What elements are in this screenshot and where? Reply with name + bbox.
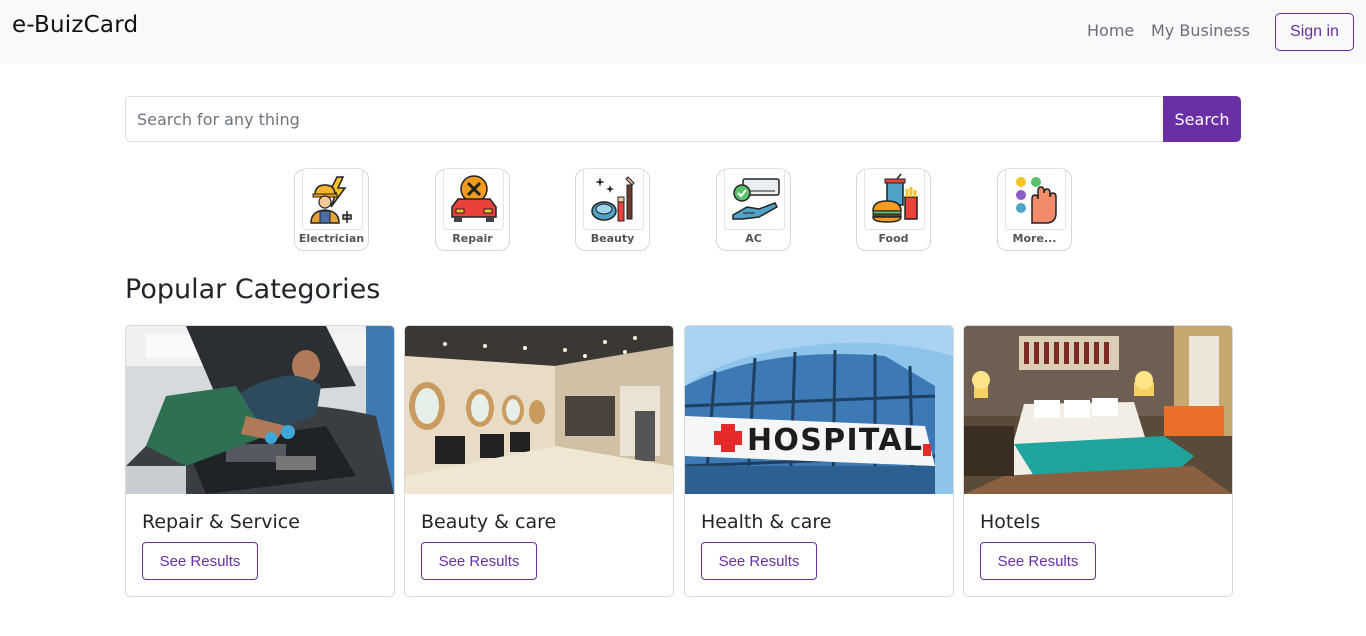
nav-home-link[interactable]: Home <box>1087 21 1134 40</box>
quick-category-label: Electrician <box>298 232 365 245</box>
sign-in-button[interactable]: Sign in <box>1275 13 1354 51</box>
electrician-icon <box>302 168 363 230</box>
hospital-sign-text: HOSPITAL <box>747 423 922 458</box>
popular-categories-title: Popular Categories <box>125 274 381 305</box>
ac-icon <box>724 168 785 230</box>
nav-my-business-link[interactable]: My Business <box>1151 21 1250 40</box>
category-card-health: HOSPITAL Health & care See Results <box>684 325 954 597</box>
card-title: Health & care <box>701 511 832 533</box>
card-title: Beauty & care <box>421 511 557 533</box>
see-results-button[interactable]: See Results <box>421 542 537 580</box>
category-card-hotels: Hotels See Results <box>963 325 1233 597</box>
quick-category-repair[interactable]: Repair <box>435 168 510 251</box>
quick-category-label: More... <box>1012 232 1057 245</box>
navbar: e-BuizCard Home My Business Sign in <box>0 0 1366 64</box>
quick-category-more[interactable]: More... <box>997 168 1072 251</box>
card-title: Hotels <box>980 511 1041 533</box>
quick-category-beauty[interactable]: Beauty <box>575 168 650 251</box>
quick-category-label: Food <box>878 232 909 245</box>
mechanic-photo <box>126 326 394 494</box>
see-results-button[interactable]: See Results <box>142 542 258 580</box>
category-card-beauty: Beauty & care See Results <box>404 325 674 597</box>
see-results-button[interactable]: See Results <box>701 542 817 580</box>
card-title: Repair & Service <box>142 511 300 533</box>
search-input[interactable] <box>125 96 1163 142</box>
search-button[interactable]: Search <box>1163 96 1241 142</box>
quick-category-electrician[interactable]: Electrician <box>294 168 369 251</box>
food-icon <box>864 168 925 230</box>
quick-category-label: AC <box>745 232 762 245</box>
see-results-button[interactable]: See Results <box>980 542 1096 580</box>
more-icon <box>1005 168 1066 230</box>
brand-logo[interactable]: e-BuizCard <box>12 12 138 38</box>
salon-photo <box>405 326 673 494</box>
quick-category-ac[interactable]: AC <box>716 168 791 251</box>
quick-category-label: Repair <box>452 232 493 245</box>
category-card-repair: Repair & Service See Results <box>125 325 395 597</box>
hotel-room-photo <box>964 326 1232 494</box>
search-bar: Search <box>125 96 1241 142</box>
car-repair-icon <box>443 168 504 230</box>
beauty-icon <box>583 168 644 230</box>
hospital-photo: HOSPITAL <box>685 326 953 494</box>
quick-category-food[interactable]: Food <box>856 168 931 251</box>
quick-category-label: Beauty <box>590 232 635 245</box>
